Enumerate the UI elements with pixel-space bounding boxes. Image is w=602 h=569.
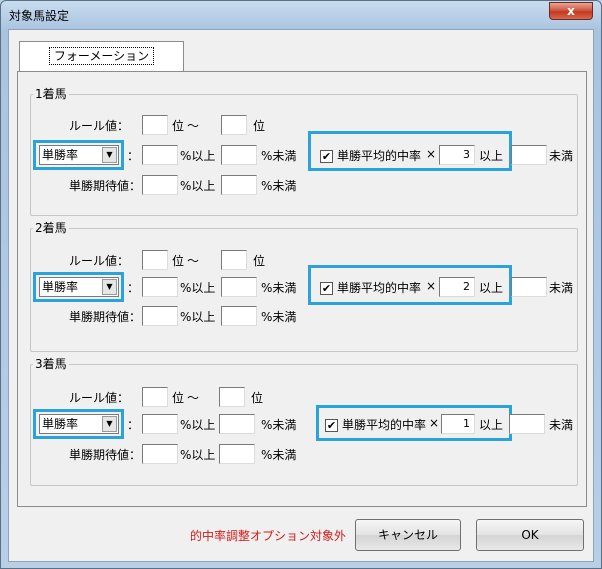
rank-label: 位 xyxy=(253,254,266,268)
metric-select-value: 単勝率 xyxy=(42,148,79,162)
under-label: 未満 xyxy=(549,281,574,295)
expected-value-label: 単勝期待値： xyxy=(69,310,142,324)
over-label: 以上 xyxy=(479,418,504,432)
exclusion-note: 的中率調整オプション対象外 xyxy=(190,529,347,543)
over-label: 以上 xyxy=(479,281,504,295)
rank-label: 位 xyxy=(253,119,266,133)
group-first-horse: 1着馬 ルール値： 位 〜 位 単勝率 ▼ ： %以上 %未満 ✔ 単勝平均的中… xyxy=(30,85,578,216)
dialog-client: フォーメーション 1着馬 ルール値： 位 〜 位 単勝率 ▼ ： %以上 %未満… xyxy=(8,29,594,562)
chevron-down-icon[interactable]: ▼ xyxy=(102,279,117,295)
expected-value-label: 単勝期待値： xyxy=(69,179,142,193)
pct-under-label: %未満 xyxy=(261,448,297,462)
rule-to-input[interactable] xyxy=(221,250,247,270)
metric-select[interactable]: 単勝率 ▼ xyxy=(39,277,119,297)
pct-under-label: %未満 xyxy=(261,149,297,163)
colon-label: ： xyxy=(127,149,140,163)
rank-label: 位 xyxy=(172,119,185,133)
avg-hit-checkbox[interactable]: ✔ xyxy=(320,282,333,295)
metric-select[interactable]: 単勝率 ▼ xyxy=(39,145,119,165)
rank-label: 位 xyxy=(172,391,185,405)
pct-over-label: %以上 xyxy=(180,418,216,432)
pct-under-label: %未満 xyxy=(261,179,297,193)
under-label: 未満 xyxy=(549,149,574,163)
under-label: 未満 xyxy=(549,418,574,432)
expected-value-label: 単勝期待値： xyxy=(69,448,142,462)
rule-value-label: ルール値： xyxy=(69,254,130,268)
cancel-button[interactable]: キャンセル xyxy=(355,519,461,551)
expect-max-input[interactable] xyxy=(221,175,257,195)
rate-min-input[interactable] xyxy=(142,145,178,165)
rate-max-input[interactable] xyxy=(221,145,257,165)
multiplier-input[interactable]: 1 xyxy=(441,414,475,434)
rank-label: 位 xyxy=(172,254,185,268)
under-value-input[interactable] xyxy=(511,277,547,297)
tilde-label: 〜 xyxy=(187,391,200,405)
tab-formation[interactable]: フォーメーション xyxy=(19,41,184,72)
ok-button[interactable]: OK xyxy=(476,519,584,551)
pct-under-label: %未満 xyxy=(261,418,297,432)
rule-from-input[interactable] xyxy=(142,387,168,407)
rule-from-input[interactable] xyxy=(142,250,168,270)
metric-select-value: 単勝率 xyxy=(42,280,79,294)
pct-over-label: %以上 xyxy=(180,149,216,163)
pct-under-label: %未満 xyxy=(261,281,297,295)
chevron-down-icon[interactable]: ▼ xyxy=(102,416,117,432)
dialog-window: 対象馬設定 x フォーメーション 1着馬 ルール値： 位 〜 位 単勝率 ▼ ：… xyxy=(0,0,602,569)
avg-hit-checkbox[interactable]: ✔ xyxy=(325,419,338,432)
group-third-horse: 3着馬 ルール値： 位 〜 位 単勝率 ▼ ： %以上 %未満 ✔ 単勝平均的中… xyxy=(30,355,578,486)
expect-min-input[interactable] xyxy=(142,175,178,195)
tilde-label: 〜 xyxy=(187,119,200,133)
multiplier-input[interactable]: 2 xyxy=(439,277,475,297)
rate-min-input[interactable] xyxy=(142,414,178,434)
rate-max-input[interactable] xyxy=(221,277,257,297)
metric-select[interactable]: 単勝率 ▼ xyxy=(39,414,119,434)
tab-label: フォーメーション xyxy=(48,47,155,65)
tilde-label: 〜 xyxy=(187,254,200,268)
pct-over-label: %以上 xyxy=(180,179,216,193)
under-value-input[interactable] xyxy=(509,414,545,434)
rule-to-input[interactable] xyxy=(219,387,245,407)
avg-hit-label: 単勝平均的中率 xyxy=(337,149,422,163)
avg-hit-label: 単勝平均的中率 xyxy=(337,281,422,295)
colon-label: ： xyxy=(127,418,140,432)
rate-min-input[interactable] xyxy=(142,277,178,297)
title-bar[interactable]: 対象馬設定 x xyxy=(1,1,601,29)
rule-to-input[interactable] xyxy=(221,115,247,135)
avg-hit-label: 単勝平均的中率 xyxy=(342,418,427,432)
pct-under-label: %未満 xyxy=(261,310,297,324)
over-label: 以上 xyxy=(479,149,504,163)
window-title: 対象馬設定 xyxy=(9,9,70,23)
under-value-input[interactable] xyxy=(511,145,547,165)
avg-hit-checkbox[interactable]: ✔ xyxy=(320,150,333,163)
group-title: 2着馬 xyxy=(33,219,69,236)
times-label: × xyxy=(426,147,437,161)
group-title: 3着馬 xyxy=(33,355,69,372)
expect-min-input[interactable] xyxy=(142,306,178,326)
expect-max-input[interactable] xyxy=(219,444,255,464)
times-label: × xyxy=(429,416,440,430)
group-second-horse: 2着馬 ルール値： 位 〜 位 単勝率 ▼ ： %以上 %未満 ✔ 単勝平均的中… xyxy=(30,219,578,352)
rule-value-label: ルール値： xyxy=(69,391,130,405)
multiplier-input[interactable]: 3 xyxy=(439,145,475,165)
tab-panel: 1着馬 ルール値： 位 〜 位 単勝率 ▼ ： %以上 %未満 ✔ 単勝平均的中… xyxy=(17,71,587,507)
rank-label: 位 xyxy=(251,391,264,405)
pct-over-label: %以上 xyxy=(180,448,216,462)
expect-min-input[interactable] xyxy=(142,444,178,464)
pct-over-label: %以上 xyxy=(180,310,216,324)
times-label: × xyxy=(426,279,437,293)
rate-max-input[interactable] xyxy=(219,414,255,434)
rule-from-input[interactable] xyxy=(142,115,168,135)
pct-over-label: %以上 xyxy=(180,281,216,295)
close-button[interactable]: x xyxy=(549,2,593,20)
metric-select-value: 単勝率 xyxy=(42,417,79,431)
rule-value-label: ルール値： xyxy=(69,119,130,133)
colon-label: ： xyxy=(127,281,140,295)
group-title: 1着馬 xyxy=(33,85,69,102)
chevron-down-icon[interactable]: ▼ xyxy=(102,147,117,163)
expect-max-input[interactable] xyxy=(221,306,257,326)
